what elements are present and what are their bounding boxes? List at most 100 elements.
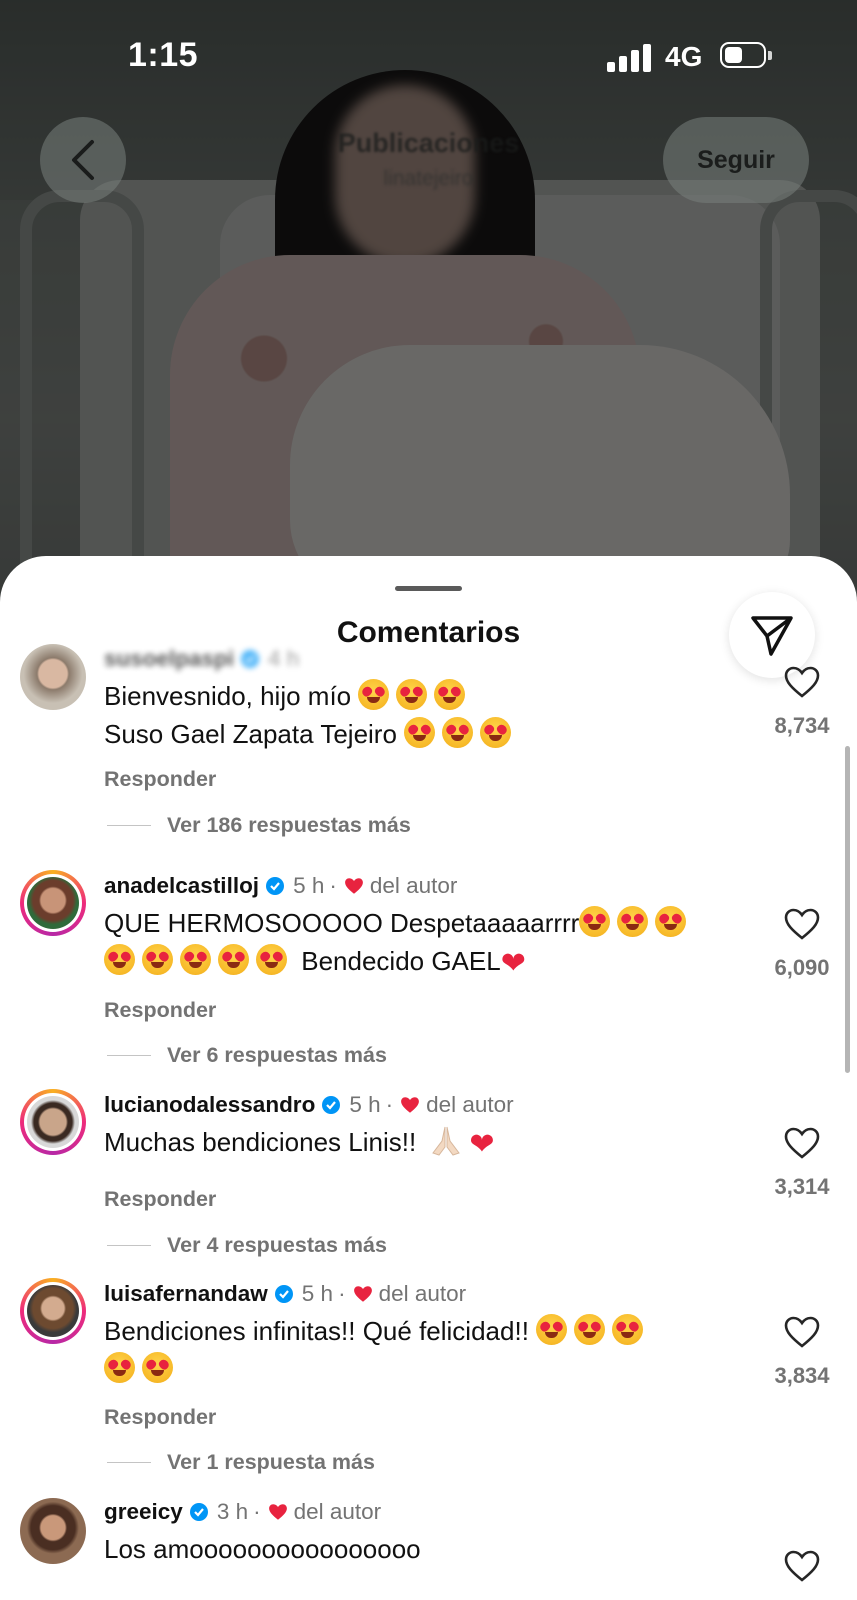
avatar[interactable]	[20, 1278, 86, 1344]
reply-button[interactable]: Responder	[104, 1187, 216, 1212]
heart-eyes-emoji-icon	[358, 679, 390, 710]
comment-age: 5 h	[301, 1281, 334, 1306]
avatar[interactable]	[20, 870, 86, 936]
comment-age: 3 h	[216, 1499, 249, 1524]
liked-by-author-label: del autor	[426, 1092, 514, 1117]
comment-line: Bienvesnido, hijo mío	[104, 681, 352, 711]
like-button[interactable]: 3,834	[762, 1316, 842, 1389]
follow-button[interactable]: Seguir	[663, 117, 809, 203]
comment-text: Bendiciones infinitas!! Qué felicidad!!	[104, 1312, 744, 1388]
view-more-replies[interactable]: Ver 6 respuestas más	[107, 1043, 387, 1068]
battery-icon	[720, 42, 772, 70]
heart-outline-icon	[784, 908, 820, 940]
heart-eyes-emoji-icon	[256, 944, 287, 975]
verified-badge-icon	[189, 1503, 208, 1521]
comment-username[interactable]: anadelcastilloj	[104, 873, 259, 899]
heart-eyes-emoji-icon	[442, 717, 474, 748]
verified-badge-icon	[266, 877, 285, 895]
red-heart-icon	[268, 1504, 287, 1520]
heart-eyes-emoji-icon	[396, 679, 428, 710]
red-heart-emoji-icon: ❤	[500, 947, 526, 980]
heart-eyes-emoji-icon	[104, 1352, 135, 1383]
heart-outline-icon	[784, 666, 820, 698]
heart-eyes-emoji-icon	[612, 1314, 644, 1345]
red-heart-emoji-icon: ❤	[469, 1128, 495, 1161]
heart-outline-icon	[784, 1316, 820, 1348]
heart-eyes-emoji-icon	[218, 944, 249, 975]
avatar[interactable]	[20, 1089, 86, 1155]
comment-username[interactable]: luisafernandaw	[104, 1281, 268, 1307]
comment-line: Bendiciones infinitas!! Qué felicidad!!	[104, 1316, 529, 1346]
heart-eyes-emoji-icon	[579, 906, 611, 937]
liked-by-author-label: del autor	[293, 1499, 382, 1524]
reply-button[interactable]: Responder	[104, 1405, 216, 1430]
heart-eyes-emoji-icon	[480, 717, 512, 748]
heart-eyes-emoji-icon	[536, 1314, 568, 1345]
comment-line: Suso Gael Zapata Tejeiro	[104, 719, 397, 749]
view-more-replies[interactable]: Ver 186 respuestas más	[107, 813, 411, 838]
heart-eyes-emoji-icon	[617, 906, 649, 937]
liked-by-author-label: del autor	[378, 1281, 467, 1306]
paper-plane-icon	[751, 616, 793, 656]
comment-line: Muchas bendiciones Linis!!	[104, 1127, 417, 1157]
view-more-replies-label: Ver 4 respuestas más	[167, 1233, 387, 1257]
view-more-replies-label: Ver 1 respuesta más	[167, 1450, 375, 1474]
heart-outline-icon	[784, 1550, 820, 1582]
heart-eyes-emoji-icon	[142, 944, 173, 975]
cellular-signal-icon	[607, 44, 653, 72]
comment-meta: susoelpaspi 4 h	[104, 646, 299, 672]
comment-meta: luisafernandaw 5 h · del autor	[104, 1281, 467, 1307]
comment-line: Bendecido GAEL	[301, 946, 501, 976]
verified-badge-icon	[274, 1285, 293, 1303]
reply-button[interactable]: Responder	[104, 767, 216, 792]
comment-line: QUE HERMOSOOOOO Despetaaaaarrrr	[104, 908, 580, 938]
comment-text: Muchas bendiciones Linis!! ❤	[104, 1123, 744, 1164]
like-button[interactable]: 8,734	[762, 666, 842, 739]
like-count: 3,834	[774, 1363, 830, 1388]
comments-sheet: Comentarios susoelpaspi 4 h Bienvesnido,…	[0, 556, 857, 1600]
view-more-replies-label: Ver 186 respuestas más	[167, 813, 411, 837]
like-count: 3,314	[774, 1174, 830, 1199]
comment-username[interactable]: susoelpaspi	[104, 646, 234, 672]
comment-age: 5 h	[293, 873, 325, 898]
avatar[interactable]	[20, 1498, 86, 1564]
reply-button[interactable]: Responder	[104, 998, 216, 1023]
avatar[interactable]	[20, 644, 86, 710]
heart-eyes-emoji-icon	[655, 906, 687, 937]
heart-eyes-emoji-icon	[142, 1352, 173, 1383]
comment-meta: greeicy 3 h · del autor	[104, 1499, 382, 1525]
comment-meta: anadelcastilloj 5 h · del autor	[104, 873, 458, 899]
view-more-replies[interactable]: Ver 1 respuesta más	[107, 1450, 375, 1475]
comment-age: 4 h	[268, 646, 300, 671]
heart-eyes-emoji-icon	[434, 679, 466, 710]
praying-hands-emoji-icon	[432, 1126, 461, 1156]
heart-eyes-emoji-icon	[180, 944, 211, 975]
sheet-drag-handle[interactable]	[395, 586, 462, 591]
heart-eyes-emoji-icon	[574, 1314, 606, 1345]
like-button[interactable]	[762, 1550, 842, 1587]
comment-username[interactable]: lucianodalessandro	[104, 1092, 315, 1118]
like-button[interactable]: 3,314	[762, 1127, 842, 1200]
like-button[interactable]: 6,090	[762, 908, 842, 981]
red-heart-icon	[401, 1097, 419, 1113]
verified-badge-icon	[322, 1096, 341, 1114]
heart-outline-icon	[784, 1127, 820, 1159]
comment-meta: lucianodalessandro 5 h · del autor	[104, 1092, 514, 1118]
heart-eyes-emoji-icon	[404, 717, 436, 748]
view-more-replies[interactable]: Ver 4 respuestas más	[107, 1233, 387, 1258]
scrollbar[interactable]	[845, 746, 850, 1073]
heart-eyes-emoji-icon	[104, 944, 135, 975]
liked-by-author-label: del autor	[369, 873, 458, 898]
red-heart-icon	[353, 1286, 372, 1302]
comment-line: Los amoooooooooooooooo	[104, 1534, 421, 1564]
status-bar: 1:15 4G	[0, 0, 857, 115]
status-time: 1:15	[128, 36, 199, 74]
like-count: 6,090	[774, 955, 830, 980]
view-more-replies-label: Ver 6 respuestas más	[167, 1043, 387, 1067]
comment-text: Los amoooooooooooooooo	[104, 1530, 744, 1568]
comment-text: Bienvesnido, hijo mío Suso Gael Zapata T…	[104, 677, 744, 753]
comment-age: 5 h	[349, 1092, 381, 1117]
comment-text: QUE HERMOSOOOOO Despetaaaaarrrr Bendecid…	[104, 904, 744, 983]
like-count: 8,734	[774, 713, 830, 738]
comment-username[interactable]: greeicy	[104, 1499, 183, 1525]
